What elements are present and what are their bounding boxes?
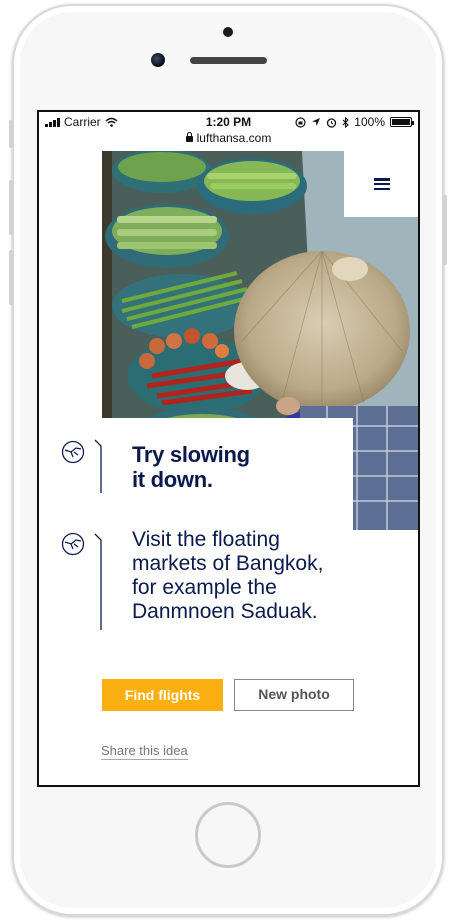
find-flights-button[interactable]: Find flights	[102, 679, 223, 711]
battery-icon	[390, 117, 414, 127]
body-line: for example the	[132, 576, 277, 599]
headline: Try slowing it down.	[132, 442, 352, 492]
lock-icon	[185, 132, 193, 142]
screen: Carrier 1:20 PM 100% lufthansa.com Try s…	[37, 110, 420, 787]
alarm-icon	[327, 117, 337, 128]
share-link[interactable]: Share this idea	[101, 743, 188, 760]
url-text: lufthansa.com	[196, 131, 272, 145]
crane-logo-icon	[61, 440, 85, 464]
volume-down-button	[9, 250, 13, 305]
body-line: markets of Bangkok,	[132, 552, 324, 575]
body-line: Danmnoen Saduak.	[132, 600, 318, 623]
menu-button[interactable]	[344, 151, 418, 217]
headline-line: Try slowing	[132, 442, 250, 467]
front-camera	[151, 53, 165, 67]
headline-line: it down.	[132, 467, 213, 492]
earpiece-speaker	[190, 57, 267, 64]
hamburger-icon	[374, 178, 390, 190]
home-button[interactable]	[195, 802, 261, 868]
power-button	[443, 195, 447, 265]
body-text: Visit the floating markets of Bangkok, f…	[132, 528, 382, 624]
location-icon	[312, 118, 321, 126]
volume-up-button	[9, 180, 13, 235]
mute-switch	[9, 120, 13, 148]
body-line: Visit the floating	[132, 528, 280, 551]
bracket-divider	[94, 533, 102, 630]
battery-percent: 100%	[354, 115, 385, 129]
crane-logo-icon	[61, 532, 85, 556]
address-bar[interactable]: lufthansa.com	[39, 131, 418, 151]
proximity-sensor	[223, 27, 233, 37]
bracket-divider	[94, 439, 102, 493]
bluetooth-icon	[342, 116, 350, 128]
status-bar: Carrier 1:20 PM 100%	[39, 112, 418, 132]
new-photo-button[interactable]: New photo	[234, 679, 354, 711]
rotation-lock-icon	[295, 116, 306, 128]
